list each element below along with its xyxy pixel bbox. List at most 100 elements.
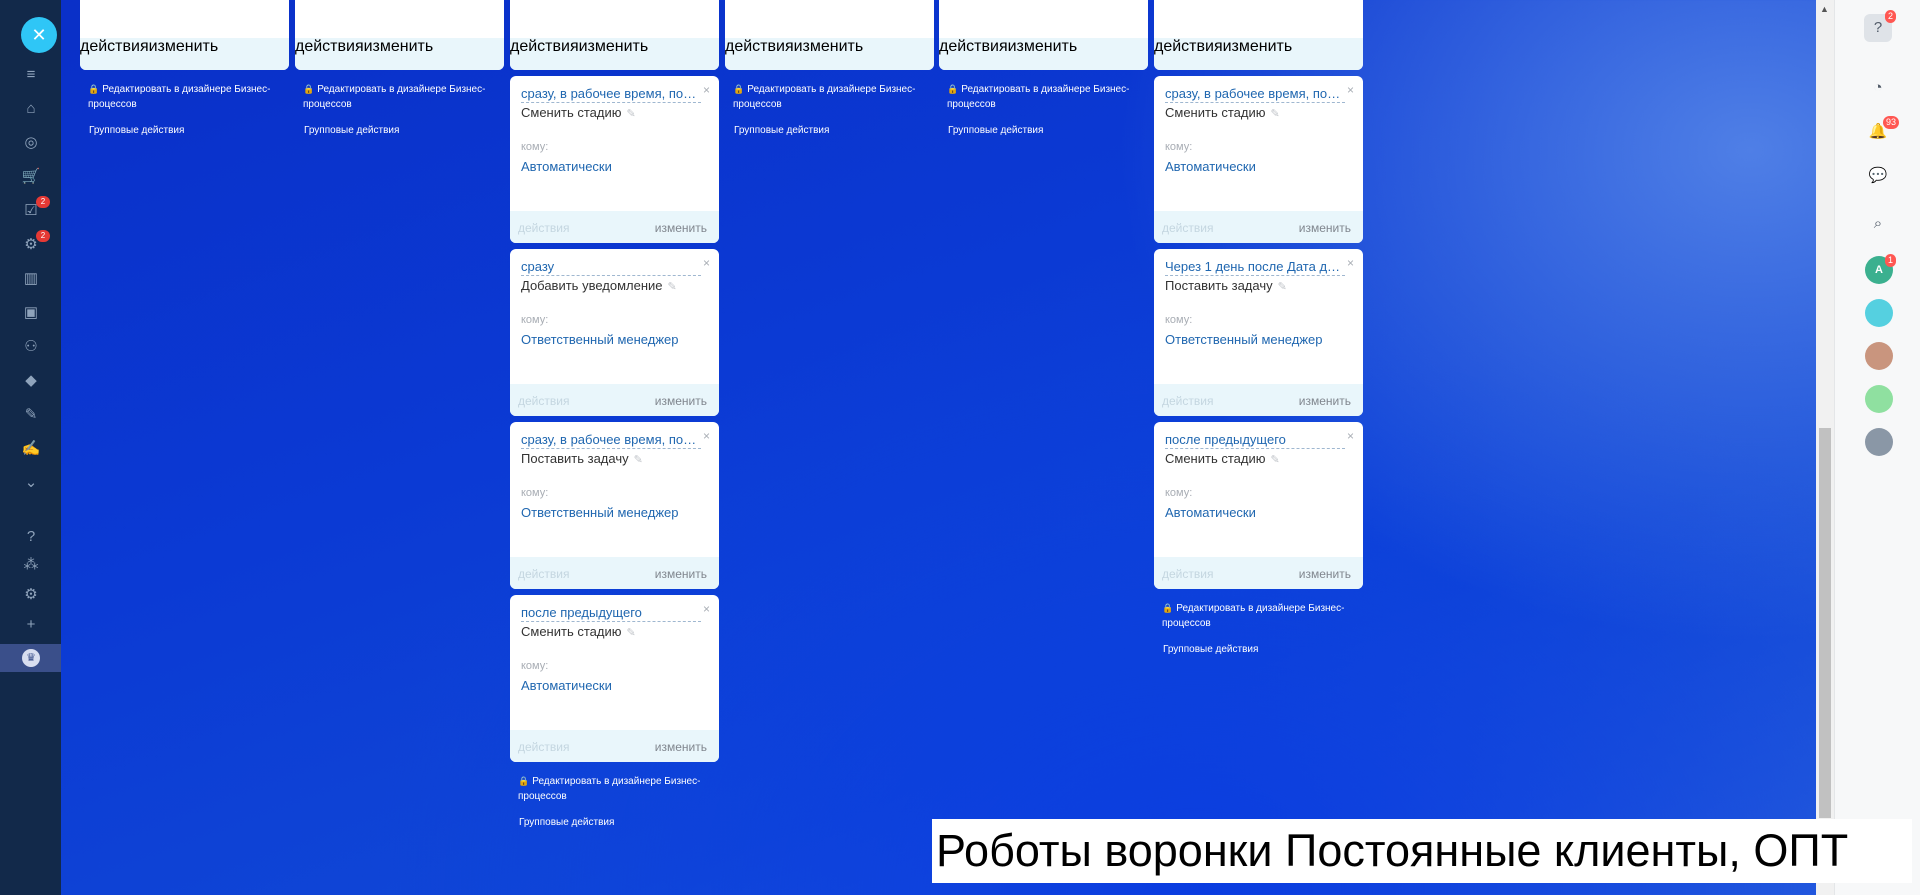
edit-pencil-icon[interactable]: ✎ [626,627,635,639]
lock-icon: 🔒 [518,776,530,786]
docs-icon[interactable]: ✎ [20,404,42,426]
edit-in-designer-link[interactable]: 🔒 Редактировать в дизайнере Бизнес-процес… [518,774,718,804]
change-link[interactable]: изменить [655,740,707,754]
edit-in-designer-text: Редактировать в дизайнере Бизнес-процесс… [947,84,1130,110]
robot-delay-link[interactable]: сразу, в рабочее время, после предыдущег… [521,432,701,449]
change-link[interactable]: изменить [655,394,707,408]
contacts-icon[interactable]: ▣ [20,302,42,324]
recipient-link[interactable]: Ответственный менеджер [521,332,679,347]
reports-icon[interactable]: ▥ [20,268,42,290]
recipient-link[interactable]: Автоматически [1165,505,1256,520]
plan-crown-item[interactable]: ♛ [0,644,61,672]
robot-delay-link[interactable]: Через 1 день после Дата до... [1165,259,1345,276]
group-actions-link[interactable]: Групповые действия [1163,644,1258,655]
edit-in-designer-text: Редактировать в дизайнере Бизнес-процесс… [1162,603,1345,629]
remove-robot-icon[interactable]: × [703,602,710,616]
notes-avatar[interactable] [1865,385,1893,413]
change-link[interactable]: изменить [794,38,864,55]
filter-icon[interactable]: ≡ [20,64,42,86]
change-link[interactable]: изменить [1299,567,1351,581]
edit-pencil-icon[interactable]: ✎ [626,108,635,120]
robot-delay-link[interactable]: сразу, в рабочее время, после предыдущег… [521,86,701,103]
recipient-label: кому: [1165,141,1193,153]
actions-link: действия [939,38,1008,55]
recipient-link[interactable]: Ответственный менеджер [1165,332,1323,347]
robot-delay-link[interactable]: после предыдущего [1165,432,1345,449]
change-link[interactable]: изменить [1299,221,1351,235]
robot-delay-link[interactable]: после предыдущего [521,605,701,622]
edit-in-designer-link[interactable]: 🔒 Редактировать в дизайнере Бизнес-процес… [1162,601,1362,631]
change-link[interactable]: изменить [1223,38,1293,55]
group-actions-link[interactable]: Групповые действия [948,125,1043,136]
robot-icon[interactable]: ⚇ [20,336,42,358]
edit-in-designer-text: Редактировать в дизайнере Бизнес-процесс… [733,84,916,110]
robot-title-text: Добавить уведомление [521,278,663,293]
card-footer: действияизменить [295,38,504,70]
change-link[interactable]: изменить [579,38,649,55]
actions-link: действия [295,38,364,55]
remove-robot-icon[interactable]: × [703,83,710,97]
change-link[interactable]: изменить [655,567,707,581]
change-link[interactable]: изменить [149,38,219,55]
home-icon[interactable]: ⌂ [20,98,42,120]
recipient-link[interactable]: Автоматически [521,678,612,693]
close-button[interactable]: ✕ [21,17,57,53]
add-icon[interactable]: + [20,614,42,636]
robot-title-text: Сменить стадию [521,624,622,639]
timeline-icon[interactable]: ◔ [1864,74,1892,102]
robot-delay-link[interactable]: сразу, в рабочее время, после предыдущег… [1165,86,1345,103]
recipient-link[interactable]: Ответственный менеджер [521,505,679,520]
structure-icon[interactable]: ⁂ [20,554,42,576]
cart-icon[interactable]: 🛒 [20,166,42,188]
robot-card: после предыдущего × Сменить стадию ✎ кому: Ав… [1154,422,1363,589]
remove-robot-icon[interactable]: × [1347,83,1354,97]
edit-in-designer-link[interactable]: 🔒 Редактировать в дизайнере Бизнес-процес… [733,82,933,112]
group-actions-link[interactable]: Групповые действия [304,125,399,136]
edit-pencil-icon[interactable]: ✎ [1278,281,1287,293]
vertical-scrollbar[interactable]: ▲ [1816,0,1834,895]
remove-robot-icon[interactable]: × [1347,429,1354,443]
robot-card-partial: действияизменить [510,0,719,70]
scroll-thumb[interactable] [1819,428,1831,818]
settings-icon[interactable]: ⚙ [20,584,42,606]
recipient-label: кому: [521,314,549,326]
actions-link: действия [510,38,579,55]
group-actions-link[interactable]: Групповые действия [89,125,184,136]
edit-pencil-icon[interactable]: ✎ [1270,108,1279,120]
card-footer: действияизменить [510,384,719,416]
box-icon[interactable]: ◆ [20,370,42,392]
edit-pencil-icon[interactable]: ✎ [634,454,643,466]
robot-delay-link[interactable]: сразу [521,259,701,276]
change-link[interactable]: изменить [655,221,707,235]
recipient-link[interactable]: Автоматически [1165,159,1256,174]
card-footer: действияизменить [510,211,719,243]
remove-robot-icon[interactable]: × [703,429,710,443]
sign-icon[interactable]: ✍ [20,438,42,460]
remove-robot-icon[interactable]: × [1347,256,1354,270]
scroll-up-arrow-icon[interactable]: ▲ [1820,4,1829,14]
edit-in-designer-link[interactable]: 🔒 Редактировать в дизайнере Бизнес-процес… [303,82,503,112]
change-link[interactable]: изменить [1008,38,1078,55]
change-link[interactable]: изменить [1299,394,1351,408]
recipient-link[interactable]: Автоматически [521,159,612,174]
card-footer: действияизменить [510,38,719,70]
group-actions-link[interactable]: Групповые действия [734,125,829,136]
more-icon[interactable]: ⌄ [20,472,42,494]
edit-pencil-icon[interactable]: ✎ [668,281,677,293]
search-icon[interactable]: ⌕ [1864,210,1892,238]
remove-robot-icon[interactable]: × [703,256,710,270]
help-icon[interactable]: ? [20,526,42,548]
edit-in-designer-link[interactable]: 🔒 Редактировать в дизайнере Бизнес-процес… [88,82,288,112]
open-channel-avatar[interactable] [1865,299,1893,327]
group-actions-link[interactable]: Групповые действия [519,817,614,828]
robot-title: Сменить стадию ✎ [521,105,636,120]
robot-card: Через 1 день после Дата до... × Поставить … [1154,249,1363,416]
target-icon[interactable]: ◎ [20,132,42,154]
user-avatar-woman[interactable] [1865,342,1893,370]
chat-icon[interactable]: 💬 [1864,162,1892,190]
edit-in-designer-link[interactable]: 🔒 Редактировать в дизайнере Бизнес-процес… [947,82,1147,112]
change-link[interactable]: изменить [364,38,434,55]
edit-pencil-icon[interactable]: ✎ [1270,454,1279,466]
user-avatar-man[interactable] [1865,428,1893,456]
robot-title: Сменить стадию ✎ [1165,451,1280,466]
